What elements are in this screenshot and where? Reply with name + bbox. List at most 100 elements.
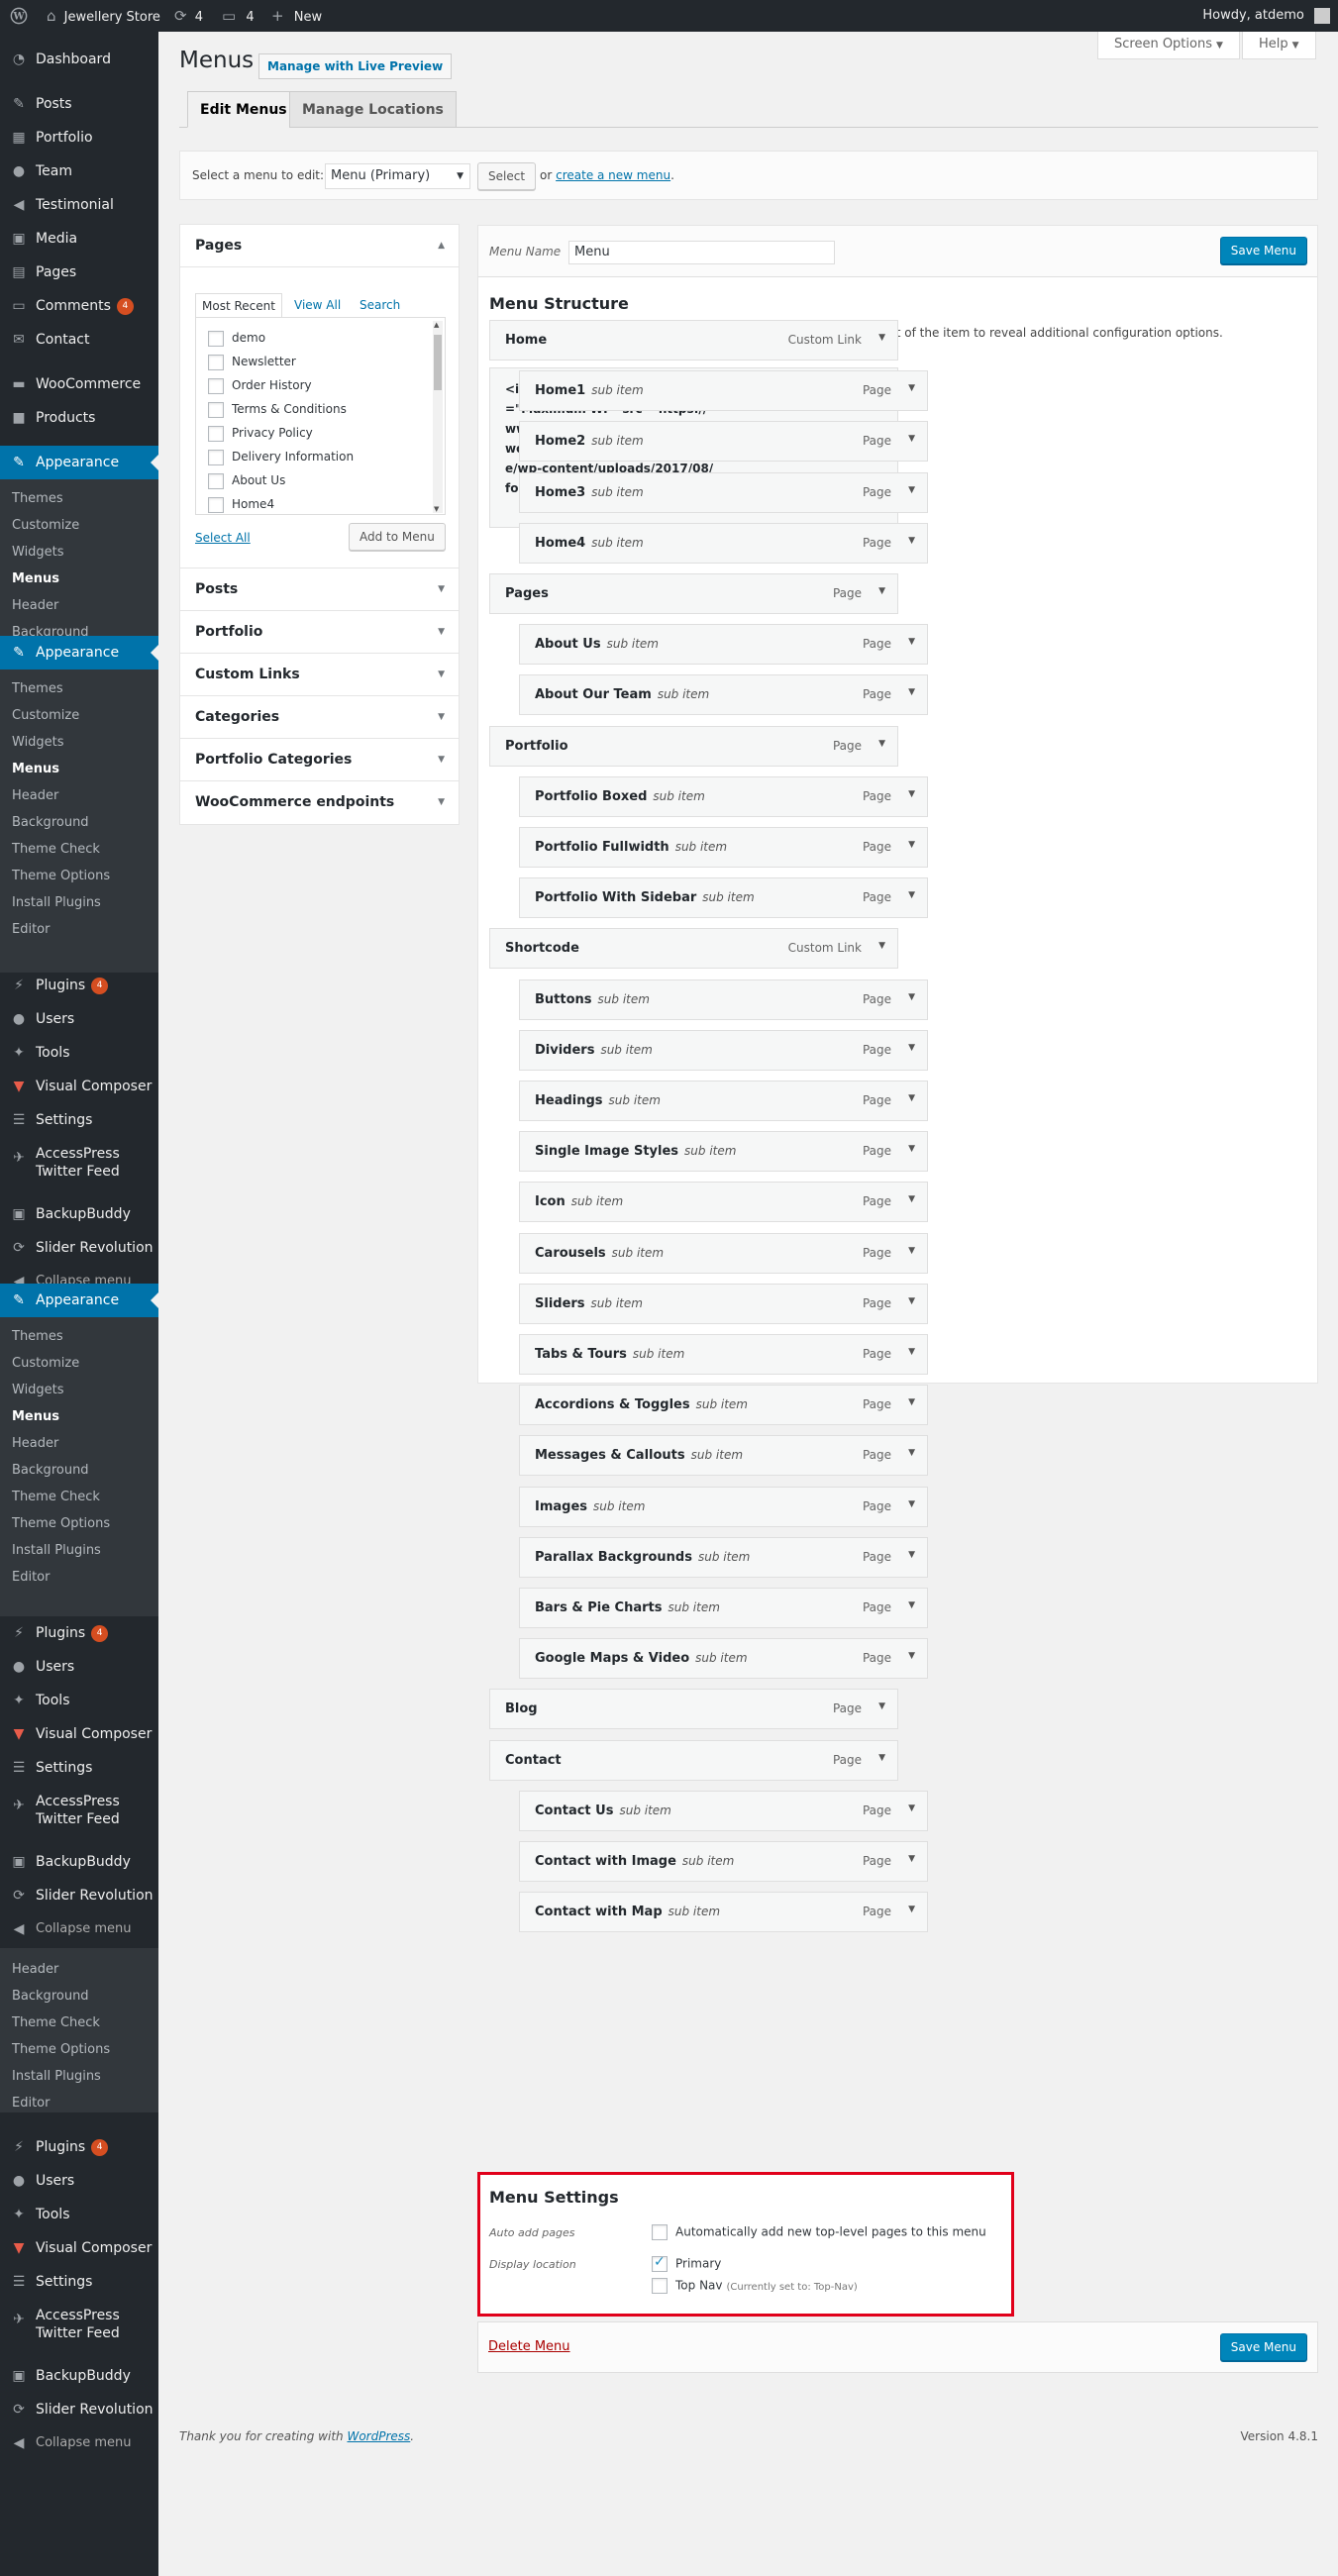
chevron-down-icon[interactable]: ▼ — [908, 1499, 915, 1509]
menu-item[interactable]: Home4 sub item Page ▼ — [519, 523, 928, 564]
submenu-install-plugins[interactable]: Install Plugins — [0, 2063, 158, 2090]
chevron-down-icon[interactable]: ▼ — [908, 1905, 915, 1914]
sidebar-item-accesspress-twitter-feed[interactable]: ✈ AccessPress Twitter Feed — [0, 1785, 158, 1832]
submenu-editor[interactable]: Editor — [0, 916, 158, 943]
menu-item[interactable]: Portfolio With Sidebar sub item Page ▼ — [519, 877, 928, 918]
sidebar-item-slider-revolution[interactable]: ⟳ Slider Revolution — [0, 2393, 158, 2426]
save-menu-button[interactable]: Save Menu — [1219, 237, 1307, 264]
menu-item[interactable]: Carousels sub item Page ▼ — [519, 1233, 928, 1274]
submenu-customize[interactable]: Customize — [0, 702, 158, 729]
sidebar-item-backupbuddy[interactable]: ▣ BackupBuddy — [0, 1197, 158, 1231]
menu-item[interactable]: Portfolio Boxed sub item Page ▼ — [519, 776, 928, 817]
menu-item[interactable]: Contact Page ▼ — [489, 1740, 898, 1781]
submenu-themes[interactable]: Themes — [0, 1323, 158, 1350]
sidebar-item-users[interactable]: ● Users — [0, 1650, 158, 1684]
checkbox[interactable] — [208, 377, 224, 394]
submenu-header[interactable]: Header — [0, 1956, 158, 1983]
menu-item[interactable]: Google Maps & Video sub item Page ▼ — [519, 1638, 928, 1679]
sidebar-item-appearance[interactable]: ✎ Appearance — [0, 636, 158, 670]
wordpress-logo-icon[interactable]: W — [10, 0, 28, 32]
site-name-link[interactable]: ⌂ Jewellery Store — [47, 0, 160, 32]
submenu-theme-options[interactable]: Theme Options — [0, 2036, 158, 2063]
submenu-editor[interactable]: Editor — [0, 2090, 158, 2116]
list-item[interactable]: Home4 — [208, 494, 274, 514]
submenu-themes[interactable]: Themes — [0, 485, 158, 512]
submenu-background[interactable]: Background — [0, 809, 158, 836]
sidebar-item-visual-composer[interactable]: ▼ Visual Composer — [0, 1717, 158, 1751]
checkbox[interactable] — [208, 449, 224, 465]
chevron-down-icon[interactable]: ▼ — [908, 637, 915, 647]
submenu-install-plugins[interactable]: Install Plugins — [0, 1537, 158, 1564]
submenu-theme-check[interactable]: Theme Check — [0, 2009, 158, 2036]
submenu-header[interactable]: Header — [0, 592, 158, 619]
submenu-header[interactable]: Header — [0, 782, 158, 809]
create-new-menu-link[interactable]: create a new menu — [556, 168, 670, 182]
checkbox[interactable] — [208, 401, 224, 418]
chevron-down-icon[interactable]: ▼ — [878, 941, 885, 951]
list-item[interactable]: Newsletter — [208, 352, 296, 371]
sidebar-item-accesspress-twitter-feed[interactable]: ✈ AccessPress Twitter Feed — [0, 1137, 158, 1185]
chevron-down-icon[interactable]: ▼ — [878, 333, 885, 343]
checkbox[interactable] — [208, 330, 224, 347]
sidebar-item-media[interactable]: ▣ Media — [0, 222, 158, 256]
sidebar-item-backupbuddy[interactable]: ▣ BackupBuddy — [0, 1845, 158, 1879]
submenu-widgets[interactable]: Widgets — [0, 1377, 158, 1403]
menu-select-dropdown[interactable]: Menu (Primary) ▼ — [325, 163, 470, 189]
accordion-portfolio-header[interactable]: Portfolio ▼ — [180, 611, 459, 654]
chevron-down-icon[interactable]: ▼ — [908, 840, 915, 850]
submenu-customize[interactable]: Customize — [0, 512, 158, 539]
chevron-down-icon[interactable]: ▼ — [908, 536, 915, 546]
chevron-down-icon[interactable]: ▼ — [908, 1550, 915, 1560]
my-account-link[interactable]: Howdy, atdemo — [1202, 0, 1330, 32]
screen-options-button[interactable]: Screen Options ▼ — [1097, 32, 1240, 59]
accordion-pages-header[interactable]: Pages ▲ — [180, 225, 459, 267]
submenu-background[interactable]: Background — [0, 1457, 158, 1484]
submenu-menus[interactable]: Menus — [0, 566, 158, 592]
accordion-woocommerce-endpoints-header[interactable]: WooCommerce endpoints ▼ — [180, 781, 459, 824]
list-item[interactable]: Privacy Policy — [208, 423, 313, 443]
new-content-link[interactable]: + New — [271, 0, 322, 32]
menu-item[interactable]: Contact with Image sub item Page ▼ — [519, 1841, 928, 1882]
chevron-down-icon[interactable]: ▼ — [908, 687, 915, 697]
menu-name-input[interactable]: Menu — [568, 241, 835, 264]
collapse-menu-button[interactable]: ◀ Collapse menu — [0, 1912, 158, 1946]
menu-item[interactable]: Icon sub item Page ▼ — [519, 1182, 928, 1222]
scroll-down-icon[interactable]: ▼ — [434, 505, 439, 513]
sidebar-item-comments[interactable]: ▭ Comments 4 — [0, 289, 158, 323]
sidebar-item-backupbuddy[interactable]: ▣ BackupBuddy — [0, 2359, 158, 2393]
chevron-down-icon[interactable]: ▼ — [908, 890, 915, 900]
submenu-themes[interactable]: Themes — [0, 675, 158, 702]
sidebar-item-tools[interactable]: ✦ Tools — [0, 1684, 158, 1717]
submenu-widgets[interactable]: Widgets — [0, 729, 158, 756]
tab-most-recent[interactable]: Most Recent — [195, 293, 282, 318]
select-all-link[interactable]: Select All — [195, 531, 251, 545]
auto-add-option[interactable]: Automatically add new top-level pages to… — [652, 2224, 986, 2240]
menu-item[interactable]: Home3 sub item Page ▼ — [519, 472, 928, 513]
menu-item[interactable]: Home1 sub item Page ▼ — [519, 370, 928, 411]
menu-item[interactable]: Messages & Callouts sub item Page ▼ — [519, 1435, 928, 1476]
submenu-theme-check[interactable]: Theme Check — [0, 836, 158, 863]
sidebar-item-testimonial[interactable]: ◀ Testimonial — [0, 188, 158, 222]
chevron-down-icon[interactable]: ▼ — [878, 1701, 885, 1711]
sidebar-item-products[interactable]: ■ Products — [0, 401, 158, 435]
sidebar-item-accesspress-twitter-feed[interactable]: ✈ AccessPress Twitter Feed — [0, 2299, 158, 2346]
submenu-theme-options[interactable]: Theme Options — [0, 1510, 158, 1537]
accordion-portfolio-categories-header[interactable]: Portfolio Categories ▼ — [180, 739, 459, 781]
sidebar-item-slider-revolution[interactable]: ⟳ Slider Revolution — [0, 1231, 158, 1265]
sidebar-item-tools[interactable]: ✦ Tools — [0, 2198, 158, 2231]
submenu-menus[interactable]: Menus — [0, 756, 158, 782]
submenu-background[interactable]: Background — [0, 1983, 158, 2009]
tab-view-all[interactable]: View All — [294, 298, 341, 312]
menu-item[interactable]: Headings sub item Page ▼ — [519, 1081, 928, 1121]
chevron-down-icon[interactable]: ▼ — [878, 739, 885, 749]
menu-item[interactable]: Sliders sub item Page ▼ — [519, 1284, 928, 1324]
location-top-nav-option[interactable]: Top Nav (Currently set to: Top-Nav) — [652, 2278, 858, 2294]
comments-link[interactable]: ▭ 4 — [222, 0, 255, 32]
menu-item[interactable]: Images sub item Page ▼ — [519, 1487, 928, 1527]
chevron-down-icon[interactable]: ▼ — [908, 1854, 915, 1864]
menu-item[interactable]: Home2 sub item Page ▼ — [519, 421, 928, 462]
menu-item[interactable]: Blog Page ▼ — [489, 1689, 898, 1729]
updates-link[interactable]: ⟳ 4 — [174, 0, 203, 32]
menu-item[interactable]: Accordions & Toggles sub item Page ▼ — [519, 1385, 928, 1425]
tab-search[interactable]: Search — [360, 298, 400, 312]
